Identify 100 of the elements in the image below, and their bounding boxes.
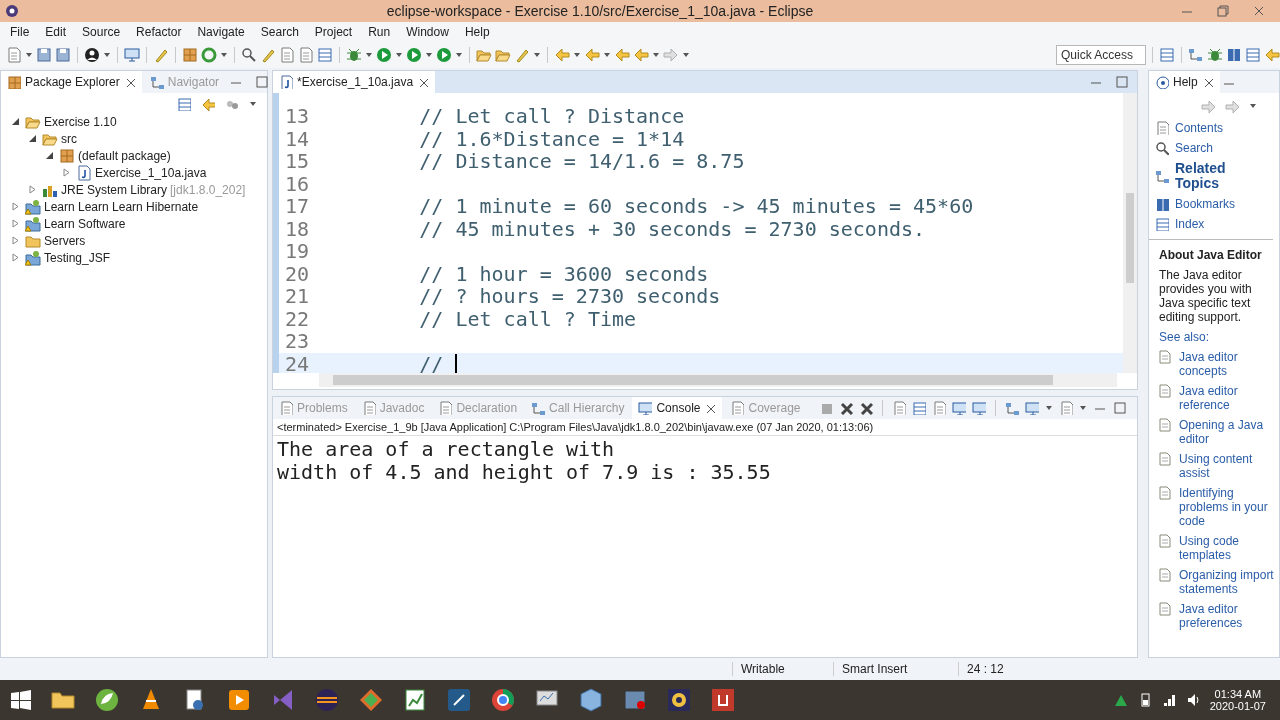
caret-icon[interactable] xyxy=(603,51,611,59)
panel-tab[interactable]: Console xyxy=(632,397,723,419)
start-icon[interactable] xyxy=(10,689,32,711)
menu-item[interactable]: Run xyxy=(360,25,399,39)
arrow-icon[interactable] xyxy=(584,47,600,63)
collapse-icon[interactable] xyxy=(177,97,191,111)
tree-item[interactable]: Learn Learn Learn Hibernate xyxy=(44,199,199,214)
help-link[interactable]: Contents xyxy=(1175,121,1224,135)
run-icon[interactable] xyxy=(436,47,452,63)
maximize-icon[interactable] xyxy=(255,75,270,89)
menu-item[interactable]: Edit xyxy=(37,25,75,39)
tree-item[interactable]: Exercise_1_10a.java xyxy=(95,165,207,180)
gear-icon[interactable] xyxy=(666,687,692,713)
menu-item[interactable]: Source xyxy=(74,25,129,39)
save-icon[interactable] xyxy=(36,47,52,63)
tree-item[interactable]: Servers xyxy=(44,233,86,248)
help-link[interactable]: Opening a Java editor xyxy=(1179,418,1275,446)
new-icon[interactable] xyxy=(1059,401,1073,415)
menu-item[interactable]: Help xyxy=(456,25,498,39)
help-link[interactable]: Organizing import statements xyxy=(1179,568,1275,596)
book-icon[interactable] xyxy=(1226,47,1242,63)
close-icon[interactable] xyxy=(704,402,717,414)
caret-icon[interactable] xyxy=(1045,404,1053,412)
search-field[interactable]: Quick Access xyxy=(1056,45,1146,65)
maximize-icon[interactable] xyxy=(1115,75,1129,89)
save-icon[interactable] xyxy=(55,47,71,63)
clock[interactable]: 01:34 AM 2020-01-07 xyxy=(1209,688,1266,712)
globe-icon[interactable] xyxy=(490,687,516,713)
caret-icon[interactable] xyxy=(425,51,433,59)
arrow-icon[interactable] xyxy=(1264,47,1280,63)
tree-item[interactable]: (default package) xyxy=(78,148,171,163)
package-icon[interactable] xyxy=(182,47,198,63)
menu-item[interactable]: Window xyxy=(398,25,457,39)
help-link[interactable]: Related Topics xyxy=(1175,161,1267,191)
perspective-icon[interactable] xyxy=(1159,47,1175,63)
remove-all-icon[interactable] xyxy=(859,401,873,415)
caret-icon[interactable] xyxy=(395,51,403,59)
run-icon[interactable] xyxy=(376,47,392,63)
caret-icon[interactable] xyxy=(25,51,33,59)
back-icon[interactable] xyxy=(633,47,649,63)
help-link[interactable]: Search xyxy=(1175,141,1214,155)
help-link[interactable]: Java editor preferences xyxy=(1179,602,1275,630)
hierarchy-icon[interactable] xyxy=(1188,47,1204,63)
bag-icon[interactable] xyxy=(710,687,736,713)
caret-icon[interactable] xyxy=(455,51,463,59)
cube-icon[interactable] xyxy=(578,687,604,713)
help-link[interactable]: Identifying problems in your code xyxy=(1179,486,1275,528)
panel-tab[interactable]: Package Explorer xyxy=(1,71,142,93)
close-icon[interactable] xyxy=(1252,4,1266,18)
caret-icon[interactable] xyxy=(533,51,541,59)
scrollbar[interactable] xyxy=(319,373,1117,387)
help-link[interactable]: Bookmarks xyxy=(1175,197,1236,211)
grid-icon[interactable] xyxy=(317,47,333,63)
tree-item[interactable]: Exercise 1.10 xyxy=(44,114,117,129)
back-icon[interactable] xyxy=(614,47,630,63)
panel-tab[interactable]: Help xyxy=(1149,71,1220,93)
brush-icon[interactable] xyxy=(260,47,276,63)
tree-item[interactable]: Learn Software xyxy=(44,216,126,231)
menu-item[interactable]: Refactor xyxy=(128,25,190,39)
chart-icon[interactable] xyxy=(402,687,428,713)
caret-icon[interactable] xyxy=(249,100,257,108)
help-link[interactable]: Java editor reference xyxy=(1179,384,1275,412)
menu-item[interactable]: Navigate xyxy=(189,25,253,39)
forward-icon[interactable] xyxy=(1225,99,1239,113)
play-icon[interactable] xyxy=(226,687,252,713)
editor-tab[interactable]: *Exercise_1_10a.java xyxy=(273,71,436,93)
bug-icon[interactable] xyxy=(346,47,362,63)
diamond-icon[interactable] xyxy=(358,687,384,713)
person-icon[interactable] xyxy=(84,47,100,63)
search-icon[interactable] xyxy=(241,47,257,63)
help-link[interactable]: Index xyxy=(1175,217,1205,231)
triangle-icon[interactable] xyxy=(11,117,20,126)
help-link[interactable]: Java editor concepts xyxy=(1179,350,1275,378)
menu-item[interactable]: Project xyxy=(306,25,361,39)
caret-icon[interactable] xyxy=(682,51,690,59)
leaf-icon[interactable] xyxy=(94,687,120,713)
scrollbar[interactable] xyxy=(1123,93,1137,373)
tree-item[interactable]: src xyxy=(61,131,77,146)
run-icon[interactable] xyxy=(406,47,422,63)
caret-icon[interactable] xyxy=(1079,404,1087,412)
help-link[interactable]: Using content assist xyxy=(1179,452,1275,480)
caret-icon[interactable] xyxy=(220,51,228,59)
brush-icon[interactable] xyxy=(514,47,530,63)
back-icon[interactable] xyxy=(1201,99,1215,113)
stop-icon[interactable] xyxy=(819,401,833,415)
network-icon[interactable] xyxy=(1161,692,1176,708)
arrow-icon[interactable] xyxy=(554,47,570,63)
restore-icon[interactable] xyxy=(1216,4,1230,18)
caret-icon[interactable] xyxy=(1249,102,1257,110)
bug-icon[interactable] xyxy=(1207,47,1223,63)
refresh-icon[interactable] xyxy=(201,47,217,63)
caret-icon[interactable] xyxy=(103,51,111,59)
tree-item[interactable]: Testing_JSF xyxy=(44,250,111,265)
menu-item[interactable]: Search xyxy=(252,25,307,39)
grid-icon[interactable] xyxy=(1245,47,1261,63)
caret-icon[interactable] xyxy=(652,51,660,59)
display-icon[interactable] xyxy=(972,401,986,415)
caret-icon[interactable] xyxy=(365,51,373,59)
maximize-icon[interactable] xyxy=(1113,401,1127,415)
close-icon[interactable] xyxy=(417,76,430,88)
